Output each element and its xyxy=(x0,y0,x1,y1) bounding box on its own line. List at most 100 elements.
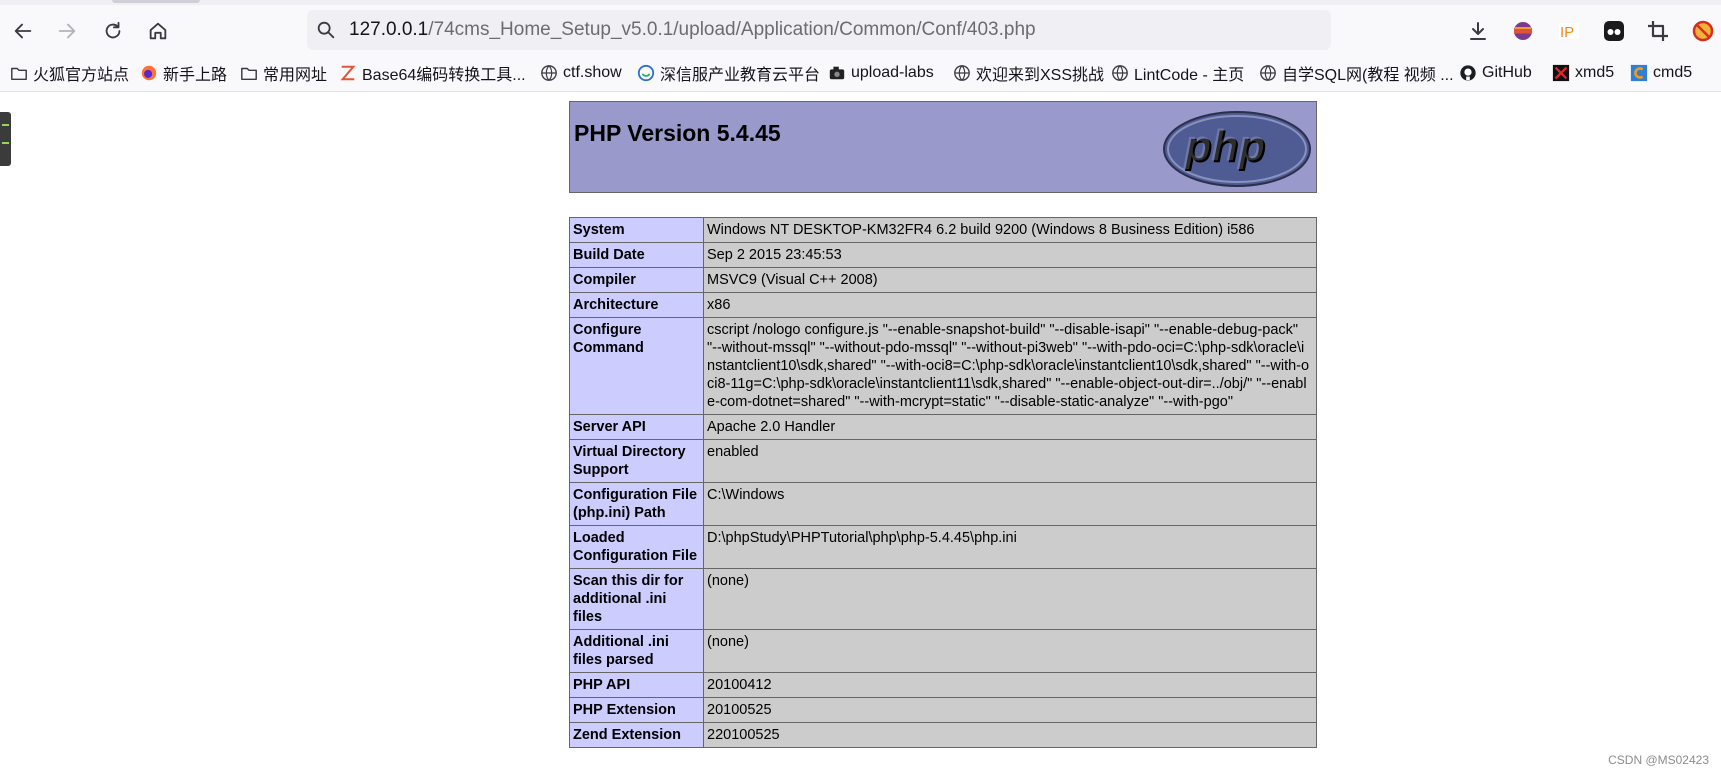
info-key: Scan this dir for additional .ini files xyxy=(569,568,704,630)
info-value: enabled xyxy=(703,439,1317,483)
bookmark-label: 常用网址 xyxy=(263,67,328,84)
info-key: Additional .ini files parsed xyxy=(569,629,704,673)
info-key: Loaded Configuration File xyxy=(569,525,704,569)
info-value: Windows NT DESKTOP-KM32FR4 6.2 build 920… xyxy=(703,217,1317,243)
ip-extension-icon: IP xyxy=(1559,23,1579,41)
back-button[interactable] xyxy=(6,14,40,48)
extension-block-button[interactable] xyxy=(1686,14,1720,48)
extension-ip-button[interactable]: IP xyxy=(1552,14,1586,48)
bookmark-item[interactable]: 深信服产业教育云平台 xyxy=(637,61,820,85)
block-extension-icon xyxy=(1692,20,1714,42)
search-icon xyxy=(317,21,335,39)
page-title: PHP Version 5.4.45 xyxy=(574,120,781,146)
info-key: Architecture xyxy=(569,292,704,318)
screenshot-button[interactable] xyxy=(1641,14,1675,48)
info-value: 20100525 xyxy=(703,697,1317,723)
info-row: System Windows NT DESKTOP-KM32FR4 6.2 bui… xyxy=(569,217,1317,243)
info-value: MSVC9 (Visual C++ 2008) xyxy=(703,267,1317,293)
extension-incognito-button[interactable] xyxy=(1597,14,1631,48)
home-icon xyxy=(149,22,167,40)
info-key: Server API xyxy=(569,414,704,440)
info-key: Compiler xyxy=(569,267,704,293)
mask-extension-icon xyxy=(1604,21,1624,41)
arrow-left-icon xyxy=(14,23,32,39)
bookmark-item[interactable]: 欢迎来到XSS挑战 xyxy=(953,61,1104,85)
php-info-header: PHP Version 5.4.45 php php xyxy=(569,101,1317,193)
bookmark-item[interactable]: cmd5 xyxy=(1630,61,1692,85)
info-row: PHP Extension 20100525 xyxy=(569,697,1317,723)
bookmark-item[interactable]: Base64编码转换工具... xyxy=(339,61,526,85)
info-row: Build Date Sep 2 2015 23:45:53 xyxy=(569,242,1317,268)
bookmark-item[interactable]: GitHub xyxy=(1459,61,1532,85)
extension-hackbar-button[interactable] xyxy=(1506,14,1540,48)
navigation-toolbar: 127.0.0.1/74cms_Home_Setup_v5.0.1/upload… xyxy=(0,5,1721,55)
bookmark-label: upload-labs xyxy=(851,64,934,81)
info-value: C:\Windows xyxy=(703,482,1317,526)
globe-icon xyxy=(1112,65,1128,81)
downloads-button[interactable] xyxy=(1461,14,1495,48)
side-panel-handle[interactable] xyxy=(0,112,11,166)
bookmark-label: 欢迎来到XSS挑战 xyxy=(976,67,1105,84)
bookmark-label: GitHub xyxy=(1482,64,1532,81)
bookmarks-toolbar: 火狐官方站点 新手上路 常用网址 Base64编码转换工具... ctf.show 深信服… xyxy=(0,55,1721,92)
url-text[interactable]: 127.0.0.1/74cms_Home_Setup_v5.0.1/upload… xyxy=(349,19,1036,41)
bookmark-item[interactable]: 新手上路 xyxy=(140,61,227,85)
info-key: System xyxy=(569,217,704,243)
svg-text:IP: IP xyxy=(1560,24,1574,41)
bookmark-label: 新手上路 xyxy=(163,67,228,84)
url-bar[interactable]: 127.0.0.1/74cms_Home_Setup_v5.0.1/upload… xyxy=(307,10,1331,50)
info-value: D:\phpStudy\PHPTutorial\php\php-5.4.45\p… xyxy=(703,525,1317,569)
xmd5-icon xyxy=(1552,64,1570,82)
download-icon xyxy=(1470,22,1486,40)
folder-icon xyxy=(11,67,27,81)
folder-icon xyxy=(241,67,257,81)
bookmark-label: cmd5 xyxy=(1653,64,1693,81)
bookmark-label: 火狐官方站点 xyxy=(33,67,130,84)
url-host: 127.0.0.1 xyxy=(349,19,429,40)
home-button[interactable] xyxy=(141,14,175,48)
info-value: (none) xyxy=(703,568,1317,630)
info-row: Additional .ini files parsed (none) xyxy=(569,629,1317,673)
info-value: cscript /nologo configure.js "--enable-s… xyxy=(703,317,1317,415)
info-key: Virtual Directory Support xyxy=(569,439,704,483)
info-row: Configure Command cscript /nologo configu… xyxy=(569,317,1317,415)
github-icon xyxy=(1460,65,1476,81)
info-key: Build Date xyxy=(569,242,704,268)
info-key: Configuration File (php.ini) Path xyxy=(569,482,704,526)
bookmark-item[interactable]: LintCode - 主页 xyxy=(1111,61,1244,85)
reload-icon xyxy=(105,21,121,39)
arrow-right-icon xyxy=(58,23,76,39)
bookmark-label: 自学SQL网(教程 视频 ... xyxy=(1282,67,1454,84)
info-row: PHP API 20100412 xyxy=(569,672,1317,698)
bookmark-label: LintCode - 主页 xyxy=(1134,67,1245,84)
info-row: Scan this dir for additional .ini files(… xyxy=(569,568,1317,630)
bookmark-label: Base64编码转换工具... xyxy=(362,67,526,84)
info-key: PHP API xyxy=(569,672,704,698)
globe-icon xyxy=(541,65,557,81)
bookmark-item[interactable]: xmd5 xyxy=(1552,61,1614,85)
info-key: PHP Extension xyxy=(569,697,704,723)
bookmark-label: ctf.show xyxy=(563,64,622,81)
bookmark-item[interactable]: 火狐官方站点 xyxy=(10,61,129,85)
globe-icon xyxy=(1260,65,1276,81)
info-row: Zend Extension 220100525 xyxy=(569,722,1317,748)
info-row: Configuration File (php.ini) Path C:\Wind… xyxy=(569,482,1317,526)
forward-button[interactable] xyxy=(50,14,84,48)
info-row: Architecture x86 xyxy=(569,292,1317,318)
globe-icon xyxy=(954,65,970,81)
bookmark-label: xmd5 xyxy=(1575,64,1615,81)
planet-extension-icon xyxy=(1514,22,1532,40)
active-tab[interactable] xyxy=(112,0,200,3)
bookmark-item[interactable]: ctf.show xyxy=(540,61,622,85)
php-logo: php php xyxy=(1163,111,1311,187)
info-key: Zend Extension xyxy=(569,722,704,748)
reload-button[interactable] xyxy=(96,14,130,48)
info-row: Server API Apache 2.0 Handler xyxy=(569,414,1317,440)
bookmark-item[interactable]: 常用网址 xyxy=(240,61,327,85)
sangfor-icon xyxy=(637,64,655,82)
bookmark-item[interactable]: upload-labs xyxy=(828,61,934,85)
base64-icon xyxy=(340,65,356,81)
info-value: (none) xyxy=(703,629,1317,673)
bookmark-item[interactable]: 自学SQL网(教程 视频 ... xyxy=(1259,61,1454,85)
crop-icon xyxy=(1648,21,1668,41)
